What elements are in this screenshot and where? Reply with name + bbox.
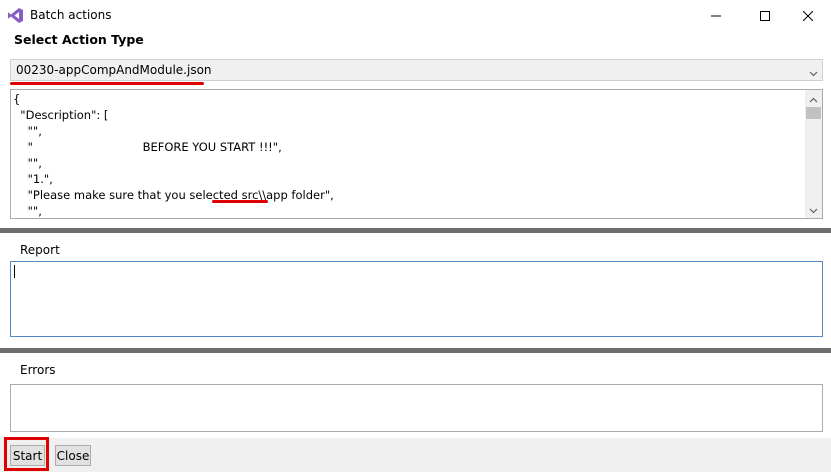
- json-line: "Description": [: [13, 108, 109, 122]
- close-window-button[interactable]: [785, 0, 831, 31]
- close-icon: [803, 10, 813, 21]
- maximize-button[interactable]: [742, 0, 788, 31]
- visual-studio-icon: [7, 7, 24, 24]
- splitter[interactable]: [0, 228, 831, 233]
- errors-textarea[interactable]: [10, 384, 823, 432]
- json-line: {: [13, 92, 21, 106]
- report-label: Report: [20, 243, 60, 257]
- button-bar: [0, 438, 831, 472]
- splitter[interactable]: [0, 348, 831, 353]
- action-type-selected-value: 00230-appCompAndModule.json: [16, 63, 212, 77]
- json-line: " BEFORE YOU START !!!",: [13, 140, 282, 154]
- json-line: "",: [13, 156, 42, 170]
- json-scrollbar[interactable]: [805, 90, 822, 218]
- chevron-down-icon[interactable]: [809, 66, 818, 80]
- json-line: "1.",: [13, 172, 53, 186]
- annotation-underline: [10, 82, 204, 85]
- window-title: Batch actions: [30, 8, 112, 22]
- errors-label: Errors: [20, 363, 56, 377]
- annotation-highlight-box: [4, 437, 49, 471]
- chevron-up-icon: [809, 92, 818, 106]
- action-json-textarea[interactable]: { "Description": [ "", " BEFORE YOU STAR…: [10, 89, 823, 219]
- json-line: "",: [13, 204, 42, 218]
- close-button[interactable]: Close: [55, 445, 91, 466]
- minimize-icon: [711, 11, 721, 21]
- json-line: "",: [13, 124, 42, 138]
- scroll-down-button[interactable]: [805, 201, 822, 218]
- report-textarea[interactable]: [10, 261, 823, 337]
- scroll-thumb[interactable]: [806, 107, 821, 119]
- batch-actions-window: Batch actions Select Action Type 00230-a…: [0, 0, 831, 472]
- select-action-type-heading: Select Action Type: [14, 32, 144, 47]
- text-caret: [14, 265, 15, 278]
- chevron-down-icon: [809, 203, 818, 217]
- scroll-up-button[interactable]: [805, 90, 822, 107]
- maximize-icon: [760, 10, 770, 21]
- annotation-underline: [212, 200, 268, 203]
- title-bar: Batch actions: [0, 0, 831, 31]
- minimize-button[interactable]: [693, 0, 739, 31]
- action-type-select[interactable]: 00230-appCompAndModule.json: [10, 59, 823, 81]
- json-line: "Please make sure that you selected src\…: [13, 188, 334, 202]
